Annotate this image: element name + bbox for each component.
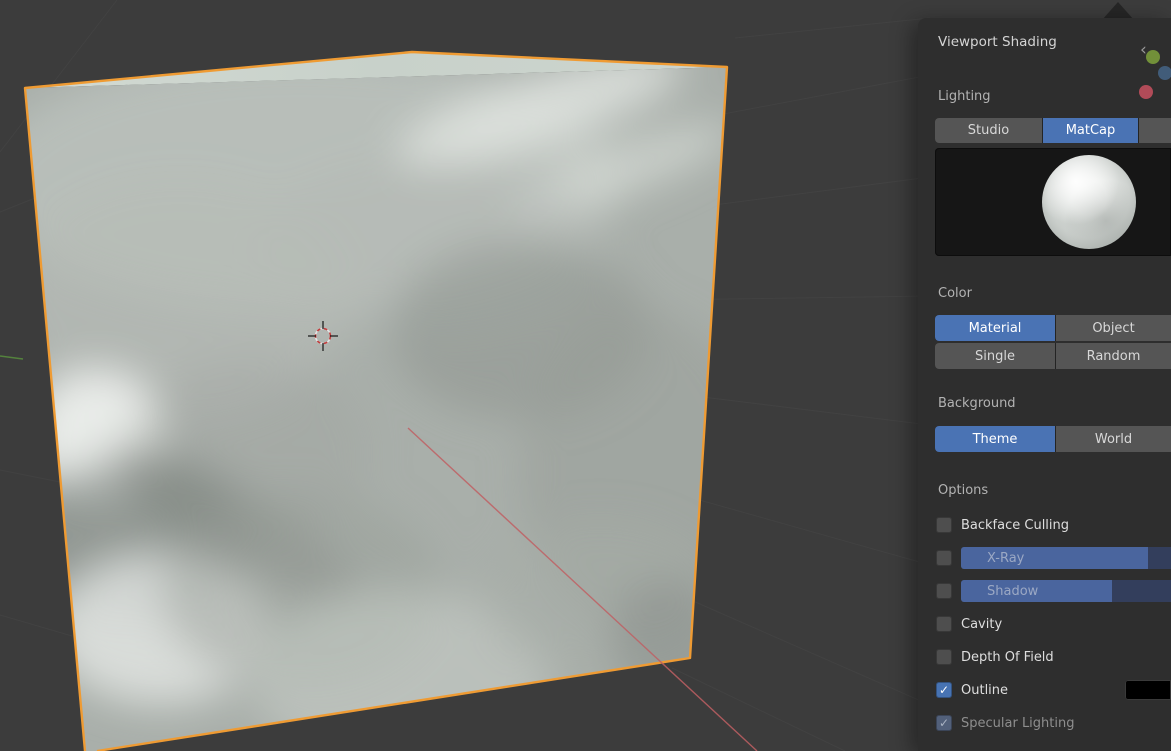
option-row-backface-culling: ✓ Backface Culling: [936, 514, 1171, 536]
lighting-label: Lighting: [938, 89, 991, 104]
checkmark-icon: ✓: [938, 683, 950, 697]
blender-window: Viewport Shading ‹ Lighting Studio MatCa…: [0, 0, 1171, 751]
option-row-depth-of-field: ✓ Depth Of Field: [936, 646, 1171, 668]
lighting-flat-button-cutoff[interactable]: [1139, 118, 1171, 143]
outline-color-swatch[interactable]: [1125, 680, 1171, 700]
options-label: Options: [938, 483, 989, 498]
depth-of-field-label: Depth Of Field: [961, 649, 1054, 665]
color-random-button[interactable]: Random: [1056, 343, 1171, 369]
y-axis-line: [0, 355, 24, 360]
color-row-1: Material Object: [935, 315, 1171, 341]
background-label: Background: [938, 396, 1016, 411]
default-cube[interactable]: [0, 20, 780, 751]
xray-slider-label: X-Ray: [987, 550, 1025, 566]
shadow-slider-label: Shadow: [987, 583, 1039, 599]
viewport-shading-panel: Viewport Shading ‹ Lighting Studio MatCa…: [918, 18, 1171, 751]
panel-title: Viewport Shading: [938, 34, 1057, 50]
background-segmented-control: Theme World: [935, 426, 1171, 452]
matcap-preview[interactable]: [935, 148, 1171, 256]
outline-checkbox[interactable]: ✓: [936, 682, 952, 698]
color-row-2: Single Random: [935, 343, 1171, 369]
color-single-button[interactable]: Single: [935, 343, 1055, 369]
outline-label: Outline: [961, 682, 1009, 698]
background-theme-button[interactable]: Theme: [935, 426, 1055, 452]
backface-culling-label: Backface Culling: [961, 517, 1070, 533]
shadow-slider[interactable]: Shadow: [961, 580, 1171, 602]
option-row-xray: ✓ X-Ray: [936, 547, 1171, 569]
color-label: Color: [938, 286, 972, 301]
matcap-sphere: [1042, 155, 1136, 249]
shadow-checkbox[interactable]: ✓: [936, 583, 952, 599]
specular-lighting-checkbox[interactable]: ✓: [936, 715, 952, 731]
background-world-button[interactable]: World: [1056, 426, 1171, 452]
checkmark-icon: ✓: [938, 716, 950, 730]
backface-culling-checkbox[interactable]: ✓: [936, 517, 952, 533]
specular-lighting-label: Specular Lighting: [961, 715, 1075, 731]
lighting-studio-button[interactable]: Studio: [935, 118, 1042, 143]
gizmo-axis-green-dot: [1146, 50, 1160, 64]
xray-slider[interactable]: X-Ray: [961, 547, 1171, 569]
color-object-button[interactable]: Object: [1056, 315, 1171, 341]
xray-checkbox[interactable]: ✓: [936, 550, 952, 566]
cavity-label: Cavity: [961, 616, 1003, 632]
cube-front-face: [25, 67, 727, 751]
gizmo-axis-blue-dot: [1158, 66, 1171, 80]
option-row-cavity: ✓ Cavity: [936, 613, 1171, 635]
gizmo-axis-red-dot: [1139, 85, 1153, 99]
lighting-matcap-button[interactable]: MatCap: [1043, 118, 1138, 143]
color-material-button[interactable]: Material: [935, 315, 1055, 341]
depth-of-field-checkbox[interactable]: ✓: [936, 649, 952, 665]
lighting-segmented-control: Studio MatCap: [935, 118, 1171, 143]
option-row-specular-lighting: ✓ Specular Lighting: [936, 712, 1171, 734]
option-row-outline: ✓ Outline: [936, 679, 1171, 701]
option-row-shadow: ✓ Shadow: [936, 580, 1171, 602]
cavity-checkbox[interactable]: ✓: [936, 616, 952, 632]
